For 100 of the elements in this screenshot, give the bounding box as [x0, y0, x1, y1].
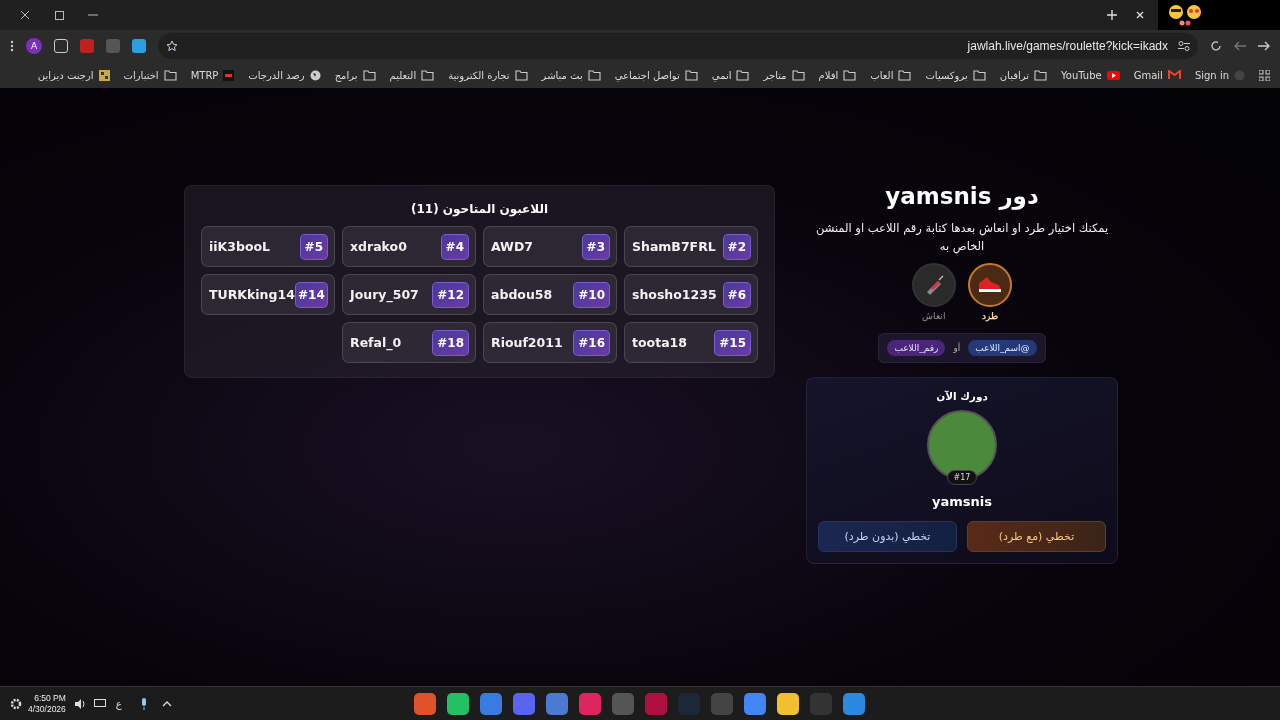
clock[interactable]: 6:50 PM 4/30/2026 [28, 692, 66, 715]
player-card[interactable]: Refal_0 #18 [342, 322, 476, 363]
bookmark-link[interactable]: التعليم [389, 69, 435, 81]
player-name: Joury_507 [350, 287, 419, 302]
forward-arrow-icon[interactable] [1258, 41, 1270, 51]
app-icon[interactable] [777, 693, 799, 715]
url-text[interactable]: jawlah.live/games/roulette?kick=ikadx [967, 39, 1168, 53]
player-card[interactable]: shosho1235 #6 [624, 274, 758, 315]
player-number: #16 [573, 329, 610, 356]
folder-icon [972, 69, 986, 81]
player-card[interactable]: AWD7 #3 [483, 226, 617, 267]
folder-icon [587, 69, 601, 81]
chevron-up-icon[interactable] [161, 700, 172, 707]
folder-icon [684, 69, 698, 81]
folder-icon [898, 69, 912, 81]
bookmark-label: اختبارات [123, 69, 159, 81]
bookmark-link[interactable]: تواصل اجتماعي [614, 69, 698, 81]
player-number: #4 [440, 233, 469, 260]
player-name: Riouf2011 [491, 335, 563, 350]
speaker-icon[interactable] [73, 698, 86, 709]
format-tag: رقم_اللاعب [887, 340, 946, 356]
bookmark-label: بروكسيات [925, 69, 968, 81]
bookmark-label: رصد الدرجات [248, 69, 305, 81]
player-number: #3 [581, 233, 610, 260]
bookmark-link[interactable]: متاجر [763, 69, 805, 81]
bookmark-link[interactable]: بروكسيات [925, 69, 986, 81]
logo-icon [223, 69, 235, 81]
time-text: 6:50 PM [34, 692, 66, 704]
player-name: Refal_0 [350, 335, 402, 350]
language-indicator[interactable]: ع [115, 698, 122, 709]
or-text: أو [953, 343, 961, 353]
skip-button[interactable]: تخطي (مع طرد) [967, 521, 1106, 552]
bookmark-label: متاجر [763, 69, 787, 81]
bookmark-link[interactable]: بث مباشر [541, 69, 601, 81]
bookmark-link[interactable]: ترافيان [999, 69, 1048, 81]
instructions-text: يمكنك اختيار طرد او انعاش بعدها كتابة رقم اللاعب او المنشن الخاص به [814, 220, 1110, 255]
bookmark-link[interactable]: رصد الدرجات [248, 69, 321, 81]
player-name: abdou58 [491, 287, 553, 302]
profile-avatar[interactable]: A [26, 38, 42, 54]
star-icon[interactable] [166, 40, 178, 52]
minimize-icon [88, 14, 98, 16]
menu-icon[interactable] [10, 40, 14, 52]
play-icon [1106, 70, 1120, 80]
panel-title: اللاعبون المتاحون (11) [410, 202, 549, 216]
maximize-icon [54, 10, 64, 20]
bookmark-link[interactable]: العاب [870, 69, 912, 81]
folder-icon [362, 69, 376, 81]
player-name: shosho1235 [632, 287, 717, 302]
player-card[interactable]: Riouf2011 #16 [483, 322, 617, 363]
player-card[interactable]: ShamB7FRL #2 [624, 226, 758, 267]
close-icon [1136, 11, 1144, 19]
display-icon[interactable] [93, 698, 106, 709]
player-name: toota18 [632, 335, 687, 350]
bookmark-link[interactable]: تجارة الكترونية [448, 69, 528, 81]
bookmark-label: MTRP [190, 69, 219, 81]
player-card[interactable]: xdrako0 #4 [342, 226, 476, 267]
bookmark-link[interactable]: Sign in [1194, 69, 1245, 81]
bookmark-label: العاب [870, 69, 894, 81]
emoji-stickers-icon [1168, 4, 1204, 26]
player-card[interactable]: Joury_507 #12 [342, 274, 476, 315]
player-card[interactable]: toota18 #15 [624, 322, 758, 363]
player-number: #12 [432, 281, 469, 308]
player-card[interactable]: abdou58 #10 [483, 274, 617, 315]
app-icon[interactable] [447, 693, 469, 715]
reload-icon[interactable] [1210, 40, 1222, 52]
mail-icon [1167, 70, 1181, 80]
folder-icon [843, 69, 857, 81]
folder-icon [736, 69, 750, 81]
app-icon[interactable] [480, 693, 502, 715]
gear-icon[interactable] [10, 697, 22, 710]
bookmark-label: افلام [818, 69, 839, 81]
player-number: #14 [294, 281, 328, 308]
bookmark-link[interactable]: افلام [818, 69, 857, 81]
bookmark-link[interactable]: برامج [334, 69, 376, 81]
back-arrow-icon[interactable] [1234, 41, 1246, 51]
format-tag: @اسم_اللاعب [968, 340, 1037, 356]
bookmark-link[interactable]: انمي [711, 69, 750, 81]
app-icon[interactable] [414, 693, 436, 715]
bookmark-link[interactable]: YouTube [1061, 69, 1120, 81]
player-card[interactable]: iiK3booL #5 [201, 226, 335, 267]
date-text: 4/30/2026 [28, 703, 66, 715]
app-icon[interactable] [843, 693, 865, 715]
player-number: #2 [722, 233, 751, 260]
app-icon[interactable] [546, 693, 568, 715]
bookmark-link[interactable]: MTRP [190, 69, 235, 81]
microphone-icon[interactable] [139, 697, 148, 710]
player-name: yamsnis [932, 494, 992, 509]
bookmark-label: التعليم [389, 69, 417, 81]
player-card[interactable]: TURKking14 #14 [201, 274, 335, 315]
bookmark-label: YouTube [1061, 69, 1102, 81]
plus-icon [1107, 10, 1117, 20]
skip-button[interactable]: تخطي (بدون طرد) [818, 521, 957, 552]
bookmark-link[interactable]: اختبارات [123, 69, 177, 81]
site-settings-icon[interactable] [1178, 41, 1190, 51]
bookmark-link[interactable]: Gmail [1133, 69, 1181, 81]
app-icon[interactable] [744, 693, 766, 715]
folder-icon [791, 69, 805, 81]
close-icon [20, 10, 30, 20]
bookmark-link[interactable]: ارجنت ديزاين [37, 69, 110, 81]
apps-grid-icon[interactable] [1259, 69, 1270, 81]
